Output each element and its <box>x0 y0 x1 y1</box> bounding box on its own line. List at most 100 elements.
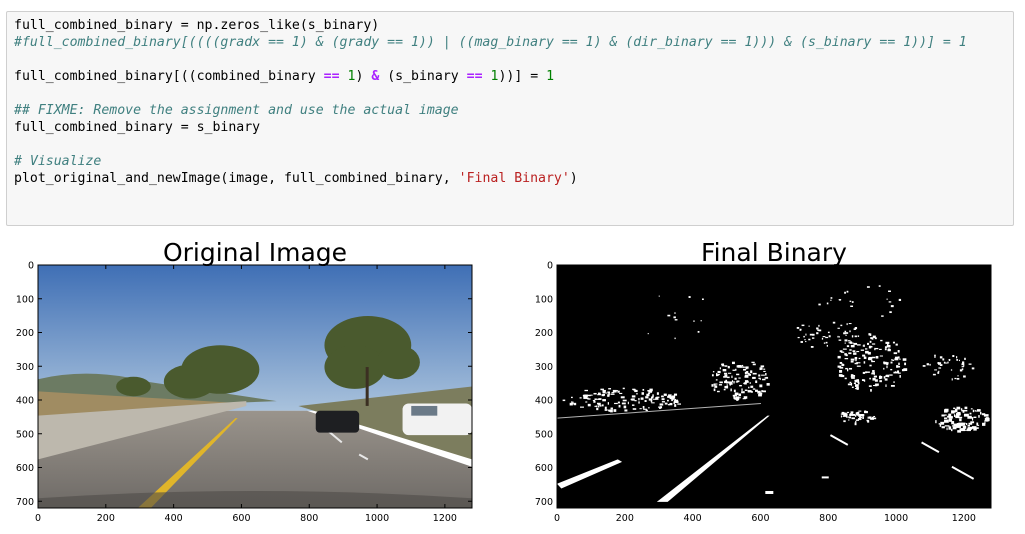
binary-speck <box>759 392 763 395</box>
binary-speck <box>808 325 810 327</box>
binary-speck <box>896 370 900 374</box>
binary-speck <box>855 358 857 362</box>
binary-speck <box>674 319 678 321</box>
binary-speck <box>888 290 891 292</box>
binary-speck <box>763 370 766 373</box>
binary-speck <box>891 359 893 361</box>
final-binary-plot: Final Binary 0 200 400 600 800 1000 1200 0 100 200… <box>535 238 992 524</box>
binary-speck <box>640 397 644 400</box>
binary-speck <box>945 362 948 364</box>
binary-speck <box>961 363 965 366</box>
binary-speck <box>622 399 627 402</box>
binary-speck <box>956 423 961 426</box>
binary-speck <box>880 339 883 342</box>
binary-speck <box>607 402 610 405</box>
code-line: full_combined_binary = np.zeros_like(s_b… <box>14 17 967 34</box>
tree <box>163 364 216 399</box>
binary-speck <box>846 411 850 413</box>
binary-speck <box>852 374 856 377</box>
binary-speck <box>723 388 726 391</box>
binary-speck <box>667 399 669 402</box>
code-line: full_combined_binary[((combined_binary =… <box>14 68 967 85</box>
code-token: #full_combined_binary[((((gradx == 1) & … <box>14 35 967 50</box>
code-cell[interactable]: full_combined_binary = np.zeros_like(s_b… <box>6 11 1014 226</box>
binary-speck <box>582 394 587 397</box>
binary-speck <box>697 330 700 333</box>
binary-speck <box>951 428 953 432</box>
binary-speck <box>602 389 606 392</box>
binary-speck <box>953 407 956 409</box>
binary-speck <box>862 416 864 419</box>
binary-speck <box>826 344 828 347</box>
binary-speck <box>944 408 949 412</box>
x-tick-label: 0 <box>35 513 41 524</box>
binary-speck <box>938 362 942 365</box>
binary-speck <box>630 398 635 401</box>
code-editor[interactable]: full_combined_binary = np.zeros_like(s_b… <box>14 17 967 187</box>
binary-speck <box>926 363 929 366</box>
y-tick-label: 100 <box>16 294 34 305</box>
binary-speck <box>634 389 638 393</box>
binary-speck <box>639 408 642 410</box>
y-tick-label: 0 <box>28 261 34 272</box>
binary-speck <box>744 375 749 378</box>
binary-speck <box>955 415 960 419</box>
binary-speck <box>860 349 865 351</box>
binary-speck <box>951 378 953 381</box>
binary-speck <box>843 332 846 335</box>
x-tick-label: 600 <box>232 513 250 524</box>
binary-speck <box>608 409 611 412</box>
binary-speck <box>973 416 977 418</box>
binary-speck <box>718 384 723 386</box>
binary-speck <box>869 377 871 380</box>
binary-speck <box>638 397 640 401</box>
y-tick-label: 300 <box>16 362 34 373</box>
binary-speck <box>890 384 895 387</box>
binary-speck <box>855 414 857 417</box>
binary-speck <box>747 390 752 393</box>
binary-speck <box>849 330 851 333</box>
code-token: plot_original_and_newImage(image, full_c… <box>14 171 459 186</box>
binary-speck <box>621 402 626 405</box>
binary-speck <box>870 389 872 392</box>
binary-speck <box>862 371 866 374</box>
binary-speck <box>839 367 844 369</box>
binary-speck <box>661 395 664 397</box>
binary-speck <box>742 366 745 368</box>
binary-speck <box>595 405 597 408</box>
binary-speck <box>892 341 895 344</box>
binary-speck <box>838 299 842 301</box>
x-tick-label: 1000 <box>884 513 908 524</box>
code-line: ## FIXME: Remove the assignment and use … <box>14 102 967 119</box>
binary-speck <box>938 367 942 369</box>
binary-speck <box>871 337 874 340</box>
binary-speck <box>844 330 847 333</box>
binary-speck <box>983 414 989 417</box>
binary-speck <box>825 341 828 344</box>
binary-speck <box>723 372 728 375</box>
binary-speck <box>808 338 811 341</box>
binary-speck <box>810 345 814 348</box>
binary-speck <box>893 381 895 383</box>
binary-speck <box>846 323 848 326</box>
code-token: ) <box>355 69 372 84</box>
binary-speck <box>596 407 599 411</box>
binary-speck <box>601 404 604 407</box>
binary-speck <box>871 356 876 359</box>
binary-speck <box>942 358 945 361</box>
binary-speck <box>731 361 735 365</box>
binary-speck <box>952 355 955 358</box>
binary-speck <box>844 358 849 360</box>
original-image-plot: Original Image 0 200 400 600 800 1000 1200 0 100 2… <box>16 238 473 524</box>
binary-speck <box>745 366 749 369</box>
binary-speck <box>693 320 695 322</box>
binary-speck <box>647 333 649 335</box>
binary-speck <box>719 381 723 384</box>
code-token: ) <box>569 171 578 186</box>
binary-speck <box>631 395 636 398</box>
binary-speck <box>878 285 881 287</box>
binary-speck <box>850 360 854 363</box>
x-tick-label: 600 <box>751 513 769 524</box>
binary-speck <box>832 321 836 324</box>
binary-speck <box>837 355 841 359</box>
